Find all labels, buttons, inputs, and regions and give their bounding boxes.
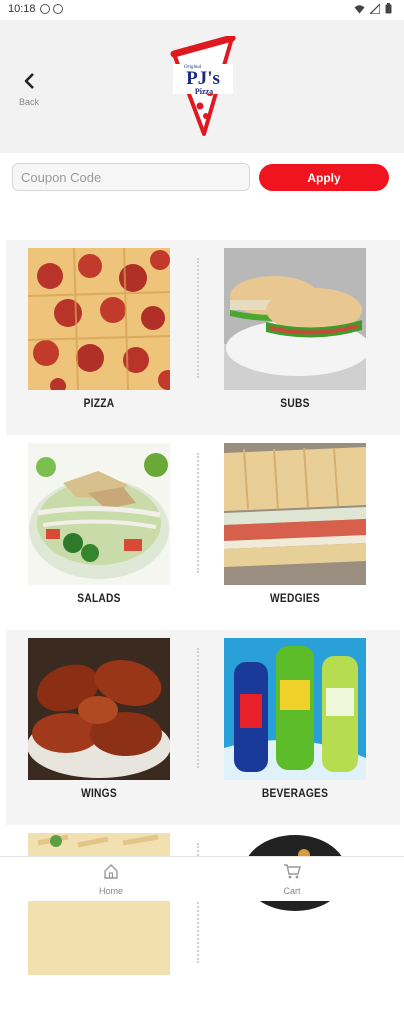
row-divider <box>197 453 199 573</box>
pasta-image <box>28 833 170 975</box>
nav-home-label: Home <box>98 886 123 896</box>
menu-category-grid: PIZZA SUBS SALADS WEDGIES WINGS BEVERAGE… <box>6 240 400 1020</box>
back-button[interactable]: Back <box>14 72 44 108</box>
category-beverages[interactable]: BEVERAGES <box>224 638 366 818</box>
subs-image <box>224 248 366 390</box>
category-subs[interactable]: SUBS <box>224 248 366 428</box>
salads-image <box>28 443 170 585</box>
category-wedgies[interactable]: WEDGIES <box>224 443 366 623</box>
wings-image <box>28 638 170 780</box>
system-icons <box>354 3 392 14</box>
category-row: PIZZA SUBS <box>6 240 400 435</box>
app-header: Back Original PJ's Pizza <box>0 20 404 153</box>
coupon-field-wrapper <box>12 163 250 191</box>
status-bar: 10:18 <box>0 0 404 20</box>
notification-icon <box>40 4 50 14</box>
category-label: SUBS <box>280 396 310 410</box>
notification-icon <box>53 4 63 14</box>
category-row: WINGS BEVERAGES <box>6 630 400 825</box>
coupon-code-input[interactable] <box>13 164 249 190</box>
row-divider <box>197 648 199 768</box>
category-salads[interactable]: SALADS <box>28 443 170 623</box>
chevron-left-icon <box>24 73 34 89</box>
pizza-image <box>28 248 170 390</box>
home-icon <box>104 864 118 879</box>
apply-coupon-button[interactable]: Apply <box>259 164 389 191</box>
back-label: Back <box>18 97 39 107</box>
category-wings[interactable]: WINGS <box>28 638 170 818</box>
pjs-pizza-logo: Original PJ's Pizza <box>170 36 236 136</box>
bottom-navigation: Home Cart <box>0 856 404 901</box>
wedgies-image <box>224 443 366 585</box>
category-row-partial <box>6 825 400 1020</box>
nav-home[interactable]: Home <box>81 863 141 896</box>
category-label: WEDGIES <box>270 591 320 605</box>
category-label: SALADS <box>77 591 121 605</box>
row-divider <box>197 258 199 378</box>
signal-icon <box>370 3 380 14</box>
category-row: SALADS WEDGIES <box>6 435 400 630</box>
notification-icons <box>40 4 63 14</box>
nav-cart[interactable]: Cart <box>262 863 322 896</box>
nav-cart-label: Cart <box>283 886 301 896</box>
wifi-icon <box>354 4 365 13</box>
category-label: BEVERAGES <box>261 786 329 800</box>
status-time: 10:18 <box>8 3 36 15</box>
beverages-image <box>224 638 366 780</box>
category-label: WINGS <box>81 786 117 800</box>
battery-icon <box>385 3 392 14</box>
cart-icon <box>284 864 301 879</box>
sides-image <box>224 833 366 975</box>
category-pizza[interactable]: PIZZA <box>28 248 170 428</box>
svg-text:Pizza: Pizza <box>195 87 213 96</box>
svg-text:PJ's: PJ's <box>186 68 220 89</box>
category-label: PIZZA <box>83 396 115 410</box>
